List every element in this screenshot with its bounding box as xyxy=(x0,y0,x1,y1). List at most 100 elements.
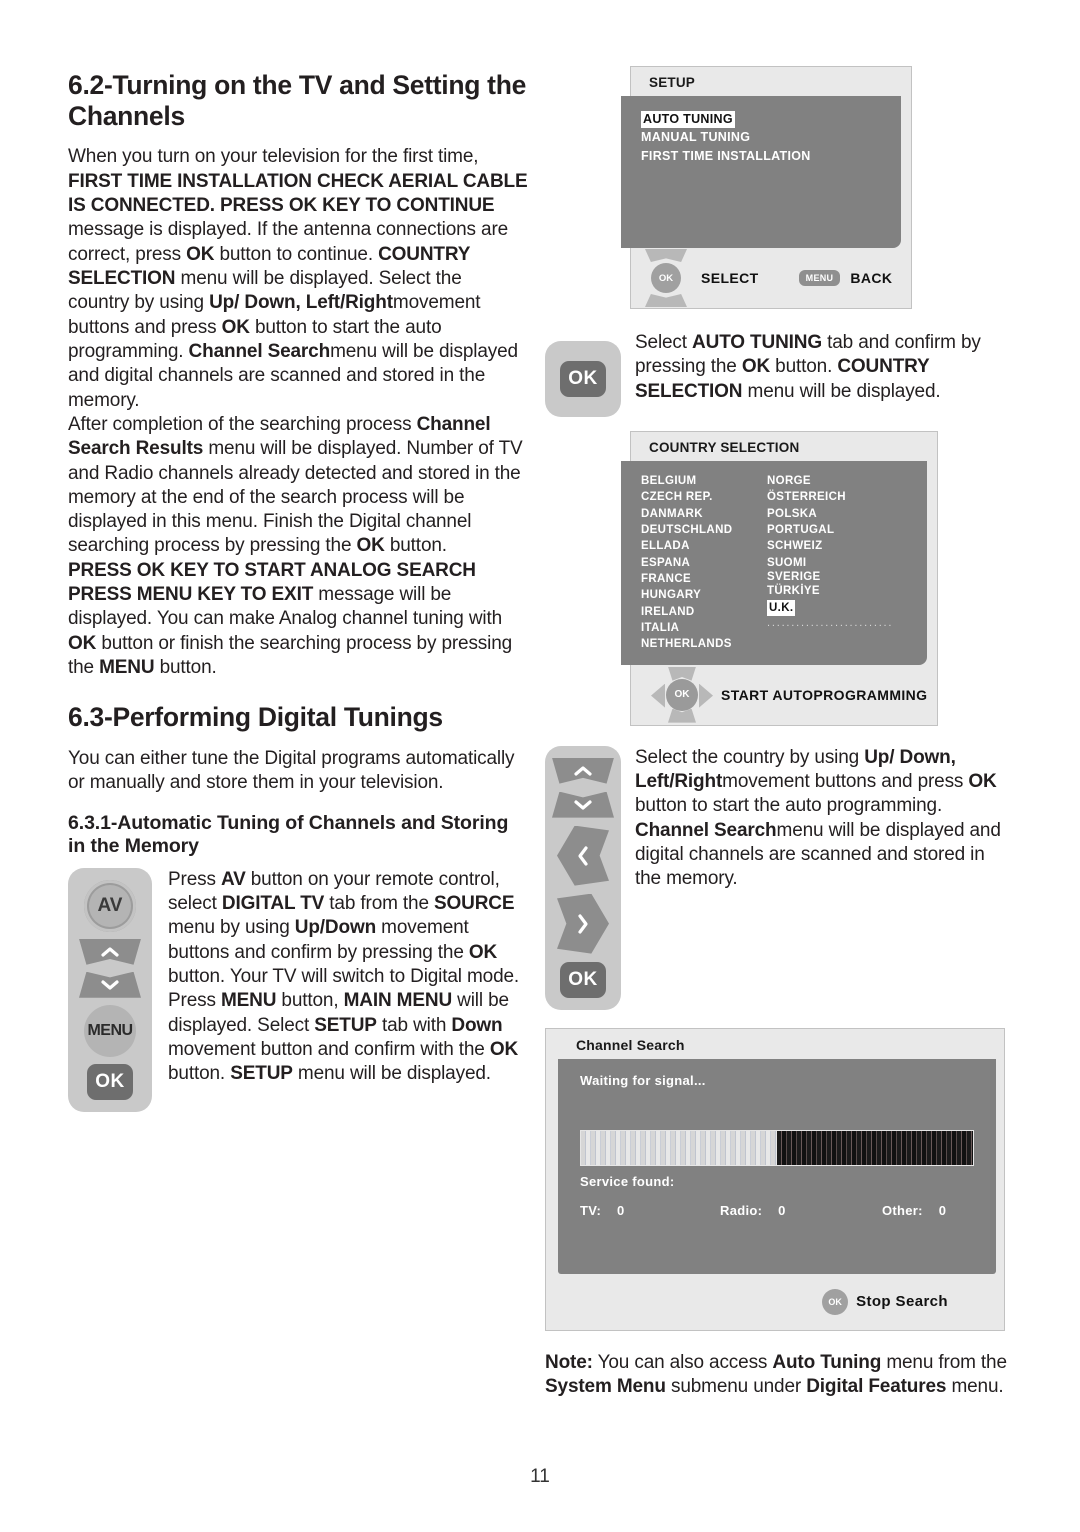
search-progress-bar xyxy=(580,1129,974,1166)
text-run: button, xyxy=(276,990,344,1012)
av-button[interactable]: AV xyxy=(84,879,136,932)
channel-search-osd-screen: Channel Search Waiting for signal... Ser… xyxy=(545,1027,1005,1331)
down-arrow-button[interactable] xyxy=(552,791,614,818)
text-strong: MENU xyxy=(99,657,155,679)
note-paragraph: Note: You can also access Auto Tuning me… xyxy=(545,1351,1015,1400)
country-item[interactable]: SCHWEIZ xyxy=(767,538,927,554)
text-run: movement buttons and press xyxy=(722,770,969,792)
stat-other: Other: 0 xyxy=(882,1203,946,1218)
country-list-continuation-dots: .......................... xyxy=(767,617,894,630)
country-item[interactable]: PORTUGAL xyxy=(767,522,927,538)
menu-key-icon: MENU xyxy=(798,270,841,286)
text-strong: OK xyxy=(741,356,771,378)
stat-tv-label: TV: xyxy=(580,1202,602,1218)
country-item-selected[interactable]: U.K. xyxy=(767,600,796,617)
text-strong: OK xyxy=(489,1038,519,1060)
country-osd-list: BELGIUM CZECH REP. DANMARK DEUTSCHLAND E… xyxy=(621,461,927,665)
country-item[interactable]: ÖSTERREICH xyxy=(767,489,927,505)
left-column: 6.2-Turning on the TV and Setting the Ch… xyxy=(68,70,528,1112)
country-item[interactable]: FRANCE xyxy=(641,571,759,587)
country-item[interactable]: CZECH REP. xyxy=(641,489,759,505)
country-item[interactable]: POLSKA xyxy=(767,506,927,522)
paragraph-select-country: Select the country by using Up/ Down, Le… xyxy=(635,746,1015,892)
up-arrow-icon xyxy=(645,249,687,262)
stat-radio-value: 0 xyxy=(778,1202,786,1218)
up-arrow-button[interactable] xyxy=(79,938,141,965)
ok-instruction-block: OK Select AUTO TUNING tab and confirm by… xyxy=(545,331,1015,417)
paragraph-channel-search-results: After completion of the searching proces… xyxy=(68,413,528,559)
ok-button[interactable]: OK xyxy=(560,361,606,397)
ok-icon: OK xyxy=(666,678,698,711)
setup-menu-row[interactable]: FIRST TIME INSTALLATION xyxy=(641,147,901,165)
text-strong: Digital Features xyxy=(806,1375,947,1397)
text-run: menu. xyxy=(946,1375,1004,1397)
stat-radio: Radio: 0 xyxy=(720,1203,882,1218)
text-run: submenu under xyxy=(665,1375,807,1397)
down-arrow-button[interactable] xyxy=(79,971,141,998)
country-item[interactable]: DEUTSCHLAND xyxy=(641,522,759,538)
text-run: menu will be displayed. xyxy=(742,380,941,402)
ok-button[interactable]: OK xyxy=(87,1063,133,1100)
country-item[interactable]: NETHERLANDS xyxy=(641,636,759,652)
text-strong: Up/ Down, Left/Right xyxy=(209,292,393,314)
country-item[interactable]: BELGIUM xyxy=(641,473,759,489)
country-item[interactable]: SUOMI xyxy=(767,555,927,571)
ok-icon: OK xyxy=(822,1288,849,1315)
remote-control-buttons-navigation: OK xyxy=(545,745,621,1010)
updown-dpad-icon[interactable]: OK xyxy=(645,249,687,307)
stat-other-value: 0 xyxy=(938,1202,947,1218)
stat-other-label: Other: xyxy=(882,1202,923,1218)
text-run: button. xyxy=(154,657,217,679)
ok-button[interactable]: OK xyxy=(560,961,606,998)
left-arrow-button[interactable] xyxy=(557,825,609,886)
text-strong: SOURCE xyxy=(434,893,515,915)
country-item[interactable]: ITALIA xyxy=(641,620,759,636)
setup-osd-menu: AUTO TUNING MANUAL TUNING FIRST TIME INS… xyxy=(621,96,901,248)
country-item[interactable]: DANMARK xyxy=(641,506,759,522)
progress-filled xyxy=(581,1130,777,1165)
text-strong: Channel Search xyxy=(635,819,777,841)
progress-remaining xyxy=(777,1130,973,1165)
text-run: button. xyxy=(168,1063,231,1085)
setup-menu-row[interactable]: AUTO TUNING xyxy=(641,110,901,129)
text-strong: SETUP xyxy=(314,1014,377,1036)
up-arrow-button[interactable] xyxy=(552,757,614,784)
remote-instruction-block-1: AV MENU OK Press AV button on your remot… xyxy=(68,867,528,1112)
remote-ok-holder: OK xyxy=(545,341,621,417)
country-item-row-selected[interactable]: U.K. xyxy=(767,598,927,617)
country-item[interactable]: TÜRKİYE xyxy=(767,585,927,599)
text-strong: MAIN MENU xyxy=(343,990,453,1012)
text-run: Select xyxy=(635,332,693,353)
country-column-1: BELGIUM CZECH REP. DANMARK DEUTSCHLAND E… xyxy=(641,473,759,653)
text-run: button. xyxy=(770,356,838,378)
text-strong: Auto Tuning xyxy=(772,1351,882,1373)
paragraph-digital-tunings: You can either tune the Digital programs… xyxy=(68,748,515,794)
setup-menu-item-first-time-installation[interactable]: FIRST TIME INSTALLATION xyxy=(641,148,811,165)
text-strong: DIGITAL TV xyxy=(221,893,325,915)
text-strong: FIRST TIME INSTALLATION CHECK AERIAL CAB… xyxy=(68,170,528,217)
setup-menu-row[interactable]: MANUAL TUNING xyxy=(641,128,901,146)
text-run: button to continue. xyxy=(214,243,379,265)
text-strong: Down xyxy=(451,1014,503,1036)
setup-menu-item-manual-tuning[interactable]: MANUAL TUNING xyxy=(641,129,750,146)
stat-tv: TV: 0 xyxy=(580,1203,720,1218)
note-label: Note: xyxy=(545,1351,593,1373)
directional-pad-icon[interactable]: OK xyxy=(651,666,713,723)
country-item[interactable]: HUNGARY xyxy=(641,587,759,603)
text-strong: OK xyxy=(968,770,997,792)
country-item[interactable]: ESPANA xyxy=(641,555,759,571)
channel-search-body: Waiting for signal... Service found: TV:… xyxy=(558,1058,996,1274)
text-run: menu will be displayed. xyxy=(292,1063,491,1085)
text-run: Select the country by using xyxy=(635,746,865,768)
stop-search-label[interactable]: Stop Search xyxy=(856,1293,948,1310)
country-item[interactable]: NORGE xyxy=(767,473,927,489)
setup-menu-item-auto-tuning[interactable]: AUTO TUNING xyxy=(641,111,735,129)
country-item[interactable]: IRELAND xyxy=(641,604,759,620)
right-arrow-button[interactable] xyxy=(557,893,609,954)
text-run: tab with xyxy=(376,1014,452,1036)
channel-search-status: Waiting for signal... xyxy=(580,1072,706,1088)
text-strong: OK xyxy=(468,941,498,963)
country-item[interactable]: SVERIGE xyxy=(767,571,927,585)
menu-button[interactable]: MENU xyxy=(84,1004,136,1057)
country-item[interactable]: ELLADA xyxy=(641,538,759,554)
